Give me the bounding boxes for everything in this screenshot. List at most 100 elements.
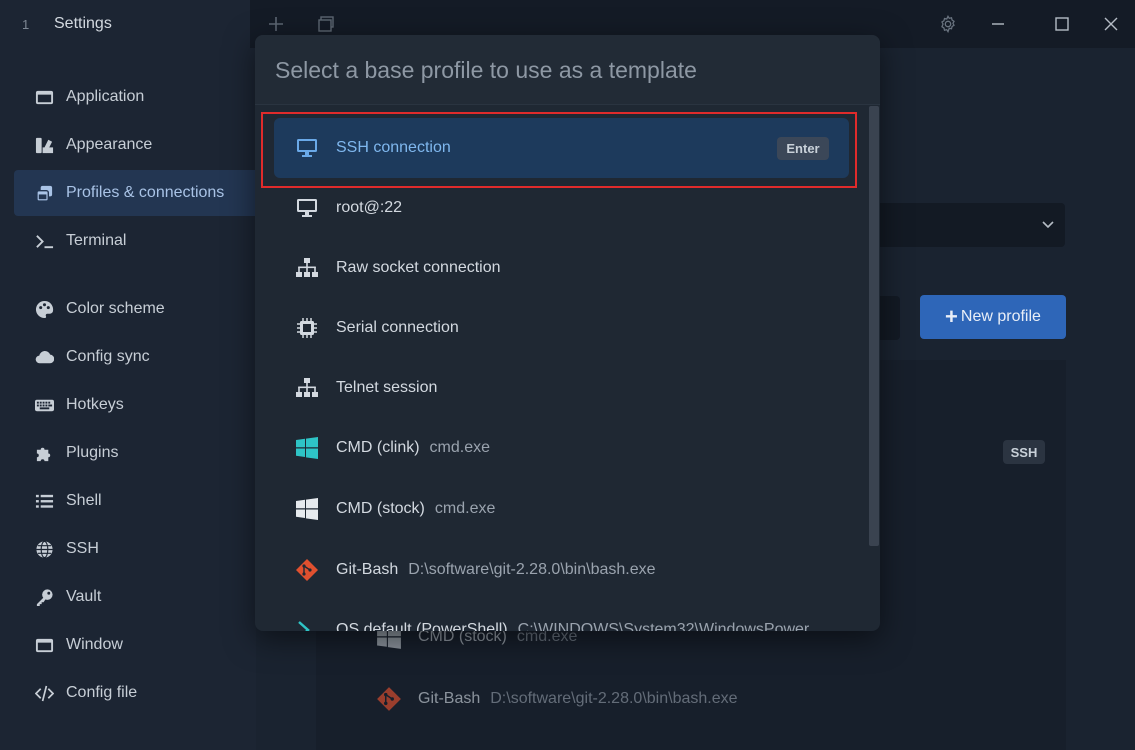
sidebar-item-label: Vault <box>66 588 102 605</box>
sidebar-item-color-scheme[interactable]: Color scheme <box>14 286 256 332</box>
options-scrollbar[interactable] <box>869 106 879 546</box>
list-icon <box>34 491 54 511</box>
palette-swatch-icon <box>34 135 54 155</box>
windows-icon <box>294 496 320 522</box>
sidebar-item-terminal[interactable]: Terminal <box>14 218 256 264</box>
new-tab-button[interactable] <box>264 12 288 36</box>
git-icon <box>377 687 401 711</box>
close-icon <box>1104 17 1118 31</box>
globe-icon <box>34 539 54 559</box>
window-icon <box>34 635 54 655</box>
ssh-badge: SSH <box>1003 440 1045 464</box>
sidebar-item-label: Color scheme <box>66 300 165 317</box>
close-button[interactable] <box>1099 12 1123 36</box>
profile-template-selector: SSH connection Enter root@:22 Raw socket… <box>255 35 880 631</box>
sidebar-item-label: Plugins <box>66 444 119 461</box>
sidebar-item-label: Hotkeys <box>66 396 124 413</box>
code-icon <box>34 683 54 703</box>
sidebar-item-window[interactable]: Window <box>14 622 256 668</box>
desktop-icon <box>294 195 320 221</box>
gear-icon <box>941 15 955 33</box>
sidebar-item-config-sync[interactable]: Config sync <box>14 334 256 380</box>
desktop-icon <box>294 135 320 161</box>
template-search-input[interactable] <box>275 55 855 85</box>
option-ssh-connection[interactable]: SSH connection Enter <box>274 118 849 178</box>
option-command: cmd.exe <box>434 500 496 517</box>
sidebar-item-label: Profiles & connections <box>66 184 225 201</box>
network-icon <box>294 255 320 281</box>
sidebar-item-application[interactable]: Application <box>14 74 256 120</box>
powershell-icon <box>294 617 320 631</box>
keyboard-icon <box>34 395 54 415</box>
option-cmd-clink[interactable]: CMD (clink) cmd.exe <box>274 418 849 478</box>
option-label: SSH connection <box>336 139 451 156</box>
plus-icon <box>269 17 283 31</box>
cloud-icon <box>34 347 54 367</box>
network-icon <box>294 375 320 401</box>
clone-icon <box>34 183 54 203</box>
sidebar-item-ssh[interactable]: SSH <box>14 526 256 572</box>
new-profile-label: New profile <box>960 308 1041 325</box>
option-command: cmd.exe <box>429 439 491 456</box>
palette-icon <box>34 299 54 319</box>
option-label: CMD (stock) <box>336 500 425 517</box>
list-item-label: Git-Bash <box>418 690 481 707</box>
tab-settings[interactable]: 1 Settings <box>0 0 250 48</box>
template-options-list: SSH connection Enter root@:22 Raw socket… <box>255 106 867 631</box>
option-label: OS default (PowerShell) <box>336 621 508 631</box>
option-command: D:\software\git-2.28.0\bin\bash.exe <box>408 561 656 578</box>
puzzle-icon <box>34 443 54 463</box>
option-label: CMD (clink) <box>336 439 420 456</box>
terminal-icon <box>34 231 54 251</box>
sidebar-item-config-file[interactable]: Config file <box>14 670 256 716</box>
chevron-down-icon <box>1042 221 1054 229</box>
sidebar-item-label: Shell <box>66 492 102 509</box>
option-label: Git-Bash <box>336 561 399 578</box>
sidebar-item-label: Terminal <box>66 232 127 249</box>
plus-icon: + <box>945 304 958 329</box>
option-label: Telnet session <box>336 379 438 396</box>
minimize-button[interactable] <box>986 12 1010 36</box>
maximize-button[interactable] <box>1050 12 1074 36</box>
default-profile-dropdown[interactable] <box>876 203 1065 247</box>
key-icon <box>34 587 54 607</box>
option-root-22[interactable]: root@:22 <box>274 178 849 238</box>
sidebar-item-plugins[interactable]: Plugins <box>14 430 256 476</box>
option-git-bash[interactable]: Git-Bash D:\software\git-2.28.0\bin\bash… <box>274 540 849 600</box>
option-telnet[interactable]: Telnet session <box>274 358 849 418</box>
windows-icon <box>294 435 320 461</box>
sidebar-item-shell[interactable]: Shell <box>14 478 256 524</box>
sidebar-item-vault[interactable]: Vault <box>14 574 256 620</box>
option-command: C:\WINDOWS\System32\WindowsPower <box>517 621 810 631</box>
sidebar-item-appearance[interactable]: Appearance <box>14 122 256 168</box>
option-serial[interactable]: Serial connection <box>274 298 849 358</box>
option-label: Raw socket connection <box>336 259 501 276</box>
modal-header <box>255 35 880 105</box>
option-label: Serial connection <box>336 319 459 336</box>
tab-list-button[interactable] <box>314 12 338 36</box>
enter-key-badge: Enter <box>777 137 829 160</box>
sidebar-item-label: Appearance <box>66 136 153 153</box>
option-raw-socket[interactable]: Raw socket connection <box>274 238 849 298</box>
sidebar-item-label: SSH <box>66 540 99 557</box>
sidebar-item-label: Config sync <box>66 348 150 365</box>
sidebar-item-label: Window <box>66 636 123 653</box>
option-os-default-powershell[interactable]: OS default (PowerShell) C:\WINDOWS\Syste… <box>274 600 849 631</box>
git-icon <box>294 557 320 583</box>
sidebar-item-hotkeys[interactable]: Hotkeys <box>14 382 256 428</box>
sidebar-item-label: Config file <box>66 684 138 701</box>
windows-stack-icon <box>318 16 334 32</box>
tab-number: 1 <box>22 16 30 32</box>
option-label: root@:22 <box>336 199 403 216</box>
list-item[interactable]: Git-Bash D:\software\git-2.28.0\bin\bash… <box>376 684 738 714</box>
option-cmd-stock[interactable]: CMD (stock) cmd.exe <box>274 479 849 539</box>
list-item-command: D:\software\git-2.28.0\bin\bash.exe <box>490 690 738 707</box>
window-icon <box>34 87 54 107</box>
sidebar-item-label: Application <box>66 88 145 105</box>
settings-button[interactable] <box>936 12 960 36</box>
minimize-icon <box>992 23 1004 25</box>
sidebar-item-profiles[interactable]: Profiles & connections <box>14 170 256 216</box>
new-profile-button[interactable]: + New profile <box>920 295 1066 339</box>
maximize-icon <box>1055 17 1069 31</box>
settings-sidebar: Application Appearance Profiles & connec… <box>0 48 256 750</box>
